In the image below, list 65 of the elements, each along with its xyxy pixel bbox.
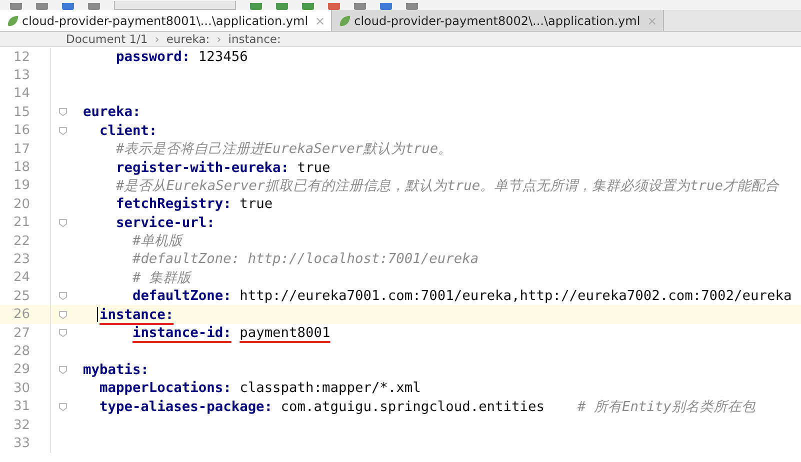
leaf-icon xyxy=(339,14,352,26)
line-number: 33 xyxy=(12,436,30,451)
line-number: 16 xyxy=(12,123,30,138)
code-comment: # 集群版 xyxy=(132,268,191,287)
breadcrumb-separator: › xyxy=(154,32,160,46)
fold-marker-icon[interactable] xyxy=(58,126,68,136)
line-number: 31 xyxy=(12,399,30,414)
yaml-key: mapperLocations: xyxy=(99,380,232,396)
line-number: 30 xyxy=(12,380,30,396)
line-number: 27 xyxy=(12,326,30,341)
yaml-key: service-url: xyxy=(116,214,215,231)
yaml-key: password: xyxy=(116,49,190,66)
yaml-value: payment8001 xyxy=(240,325,330,342)
yaml-key: client: xyxy=(99,122,158,139)
yaml-value: http://eureka7001.com:7001/eureka,http://eureka7002.com:7002/eureka xyxy=(240,288,792,304)
code-comment: #单机版 xyxy=(132,232,183,250)
fold-marker-icon[interactable] xyxy=(58,310,68,320)
code-comment: #是否从EurekaServer抓取已有的注册信息，默认为true。单节点无所谓，集群必须设置为true才能配合 xyxy=(116,176,780,195)
fold-marker-icon[interactable] xyxy=(58,218,68,228)
yaml-key: mybatis: xyxy=(83,362,149,378)
line-number: 18 xyxy=(12,160,30,176)
yaml-key: defaultZone: xyxy=(132,288,232,304)
leaf-icon xyxy=(7,14,19,26)
line-number: 14 xyxy=(12,86,30,102)
line-number: 15 xyxy=(12,104,30,120)
code-comment: #defaultZone: http://localhost:7001/eureka xyxy=(132,251,479,268)
breadcrumb-item[interactable]: eureka: xyxy=(166,32,210,46)
breadcrumb-separator: › xyxy=(216,32,222,46)
fold-marker-icon[interactable] xyxy=(58,364,68,375)
line-number: 19 xyxy=(12,178,30,194)
yaml-key: instance: xyxy=(99,306,174,323)
yaml-value: com.atguigu.springcloud.entities xyxy=(280,398,544,415)
line-number: 26 xyxy=(12,307,30,322)
fold-marker-icon[interactable] xyxy=(58,402,68,412)
yaml-value: true xyxy=(240,196,273,212)
line-number: 25 xyxy=(12,288,30,304)
yaml-value: 123456 xyxy=(198,49,248,66)
yaml-key: eureka: xyxy=(83,104,141,120)
line-number: 21 xyxy=(12,215,30,230)
line-number: 17 xyxy=(12,142,30,157)
yaml-key: fetchRegistry: xyxy=(116,196,232,212)
editor-tab[interactable]: cloud-provider-payment8001\...\application.yml × xyxy=(0,10,332,31)
yaml-key: type-aliases-package: xyxy=(99,398,273,415)
line-number: 12 xyxy=(12,50,30,65)
yaml-key: register-with-eureka: xyxy=(116,160,290,176)
code-comment: #表示是否将自己注册进EurekaServer默认为true。 xyxy=(116,140,452,158)
line-number: 29 xyxy=(12,362,30,378)
line-number: 20 xyxy=(12,196,30,212)
fold-marker-icon[interactable] xyxy=(58,291,68,302)
yaml-key: instance-id: xyxy=(132,325,232,342)
fold-marker-icon[interactable] xyxy=(58,107,68,118)
line-number: 23 xyxy=(12,252,30,267)
code-comment: # 所有Entity别名类所在包 xyxy=(577,398,756,416)
breadcrumb-item[interactable]: instance: xyxy=(228,32,281,46)
editor-tab[interactable]: cloud-provider-payment8002\...\application.yml × xyxy=(332,10,664,31)
yaml-value: classpath:mapper/*.xml xyxy=(240,380,421,396)
line-number: 22 xyxy=(12,234,30,249)
line-number: 24 xyxy=(12,270,30,286)
text-cursor xyxy=(97,307,98,322)
line-number: 28 xyxy=(12,344,30,359)
fold-marker-icon[interactable] xyxy=(58,328,68,338)
line-number: 13 xyxy=(12,68,30,84)
line-number: 32 xyxy=(12,418,30,432)
yaml-value: true xyxy=(297,160,330,176)
breadcrumb-item[interactable]: Document 1/1 xyxy=(66,32,148,46)
